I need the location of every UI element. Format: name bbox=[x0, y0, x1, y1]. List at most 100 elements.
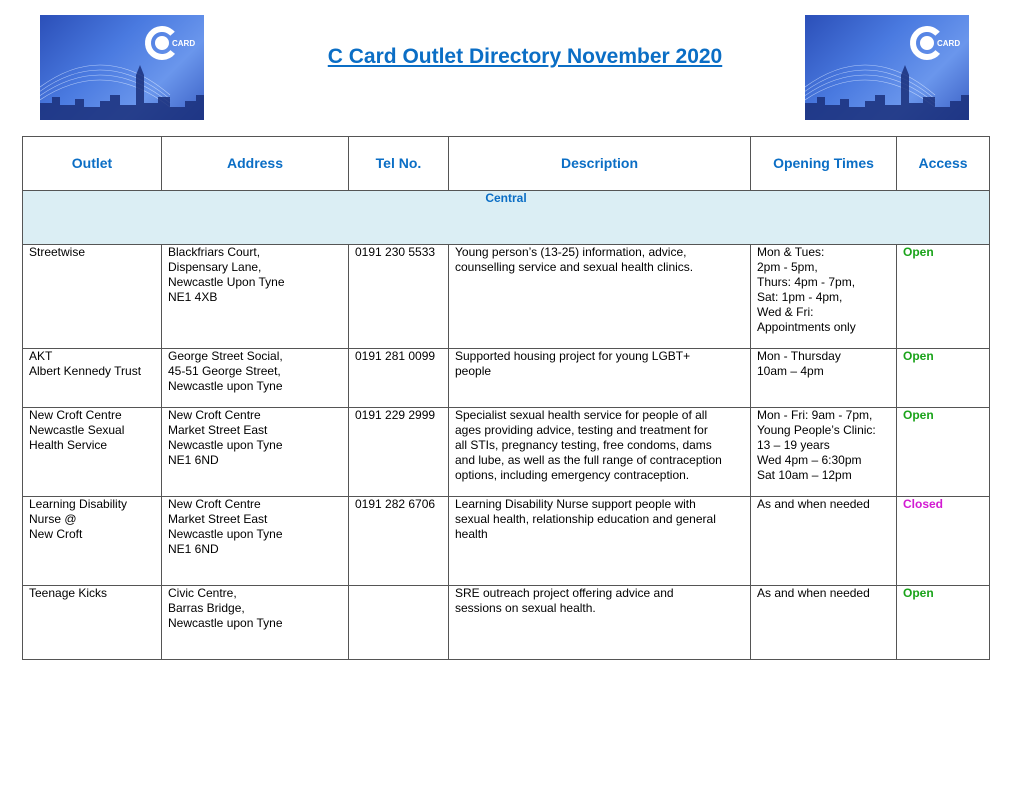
times-line: Young People’s Clinic: bbox=[757, 423, 876, 437]
address-cell: Civic Centre, Barras Bridge, Newcastle upo… bbox=[161, 585, 349, 660]
description-line: Specialist sexual health service for peo… bbox=[455, 408, 708, 422]
times-line: Mon & Tues: bbox=[757, 245, 825, 259]
times-line: Mon - Thursday bbox=[757, 349, 841, 363]
address-cell: Blackfriars Court, Dispensary Lane, Newcas… bbox=[161, 244, 349, 349]
outlet-line: AKT bbox=[29, 349, 53, 363]
address-line: Dispensary Lane, bbox=[168, 260, 262, 274]
outlet-line: New Croft Centre bbox=[29, 408, 122, 422]
access-cell: Open bbox=[896, 244, 990, 349]
address-line: NE1 6ND bbox=[168, 542, 219, 556]
table-row: Teenage Kicks Civic Centre, Barras Bridge,… bbox=[22, 585, 990, 660]
header-outlet: Outlet bbox=[22, 136, 162, 191]
c-card-logo-right: CARD bbox=[805, 15, 969, 120]
region-label: Central bbox=[22, 190, 990, 245]
access-cell: Open bbox=[896, 585, 990, 660]
description-line: Young person’s (13-25) information, advi… bbox=[455, 245, 687, 259]
opening-times-cell: Mon & Tues: 2pm - 5pm, Thurs: 4pm - 7pm, Sa… bbox=[750, 244, 897, 349]
tel-text: 0191 281 0099 bbox=[355, 349, 436, 363]
description-cell: Young person’s (13-25) information, advi… bbox=[448, 244, 751, 349]
table-row: Streetwise Blackfriars Court, Dispensary L… bbox=[22, 244, 990, 349]
times-line: Wed & Fri: bbox=[757, 305, 814, 319]
header-access: Access bbox=[896, 136, 990, 191]
access-status-text: Open bbox=[903, 245, 934, 259]
address-cell: New Croft Centre Market Street East Newcas… bbox=[161, 407, 349, 497]
outlet-cell: Streetwise bbox=[22, 244, 162, 349]
description-line: people bbox=[455, 364, 492, 378]
address-line: Barras Bridge, bbox=[168, 601, 245, 615]
address-cell: New Croft Centre Market Street East Newcas… bbox=[161, 496, 349, 586]
outlet-directory-table: Outlet Address Tel No. Description Openi… bbox=[22, 136, 990, 660]
description-line: ages providing advice, testing and treat… bbox=[455, 423, 708, 437]
address-line: Newcastle upon Tyne bbox=[168, 616, 283, 630]
table-row: Learning Disability Nurse @ New Croft New C… bbox=[22, 496, 990, 586]
access-cell: Closed bbox=[896, 496, 990, 586]
times-line: Appointments only bbox=[757, 320, 856, 334]
header-opening-times: Opening Times bbox=[750, 136, 897, 191]
tel-cell: 0191 230 5533 bbox=[348, 244, 449, 349]
tel-cell: 0191 229 2999 bbox=[348, 407, 449, 497]
times-line: 13 – 19 years bbox=[757, 438, 830, 452]
description-cell: Specialist sexual health service for peo… bbox=[448, 407, 751, 497]
tel-cell bbox=[348, 585, 449, 660]
address-line: Newcastle upon Tyne bbox=[168, 527, 283, 541]
region-row: Central bbox=[22, 190, 990, 245]
description-line: SRE outreach project offering advice and bbox=[455, 586, 674, 600]
times-line: 10am – 4pm bbox=[757, 364, 824, 378]
description-line: options, including emergency contracepti… bbox=[455, 468, 690, 482]
times-line: Sat 10am – 12pm bbox=[757, 468, 852, 482]
address-line: Market Street East bbox=[168, 512, 268, 526]
outlet-cell: AKT Albert Kennedy Trust bbox=[22, 348, 162, 408]
header-address: Address bbox=[161, 136, 349, 191]
table-header-row: Outlet Address Tel No. Description Openi… bbox=[22, 136, 990, 191]
description-cell: SRE outreach project offering advice and… bbox=[448, 585, 751, 660]
access-status-text: Open bbox=[903, 349, 934, 363]
times-line: 2pm - 5pm, bbox=[757, 260, 818, 274]
description-line: sexual health, relationship education an… bbox=[455, 512, 716, 526]
access-status-text: Open bbox=[903, 408, 934, 422]
table-row: New Croft Centre Newcastle Sexual Health S… bbox=[22, 407, 990, 497]
opening-times-cell: As and when needed bbox=[750, 585, 897, 660]
access-cell: Open bbox=[896, 407, 990, 497]
address-line: New Croft Centre bbox=[168, 497, 261, 511]
access-status-text: Open bbox=[903, 586, 934, 600]
address-cell: George Street Social, 45-51 George Street… bbox=[161, 348, 349, 408]
opening-times-cell: Mon - Fri: 9am - 7pm, Young People’s Clin… bbox=[750, 407, 897, 497]
header-description: Description bbox=[448, 136, 751, 191]
description-line: health bbox=[455, 527, 488, 541]
outlet-cell: Teenage Kicks bbox=[22, 585, 162, 660]
times-line: Thurs: 4pm - 7pm, bbox=[757, 275, 856, 289]
tel-cell: 0191 281 0099 bbox=[348, 348, 449, 408]
address-line: NE1 6ND bbox=[168, 453, 219, 467]
tel-text: 0191 282 6706 bbox=[355, 497, 436, 511]
outlet-cell: New Croft Centre Newcastle Sexual Health S… bbox=[22, 407, 162, 497]
times-line: As and when needed bbox=[757, 497, 870, 511]
address-line: New Croft Centre bbox=[168, 408, 261, 422]
description-line: and lube, as well as the full range of c… bbox=[455, 453, 722, 467]
address-line: Market Street East bbox=[168, 423, 268, 437]
outlet-line: Streetwise bbox=[29, 245, 86, 259]
address-line: Newcastle upon Tyne bbox=[168, 379, 283, 393]
tel-text: 0191 230 5533 bbox=[355, 245, 436, 259]
tel-text: 0191 229 2999 bbox=[355, 408, 436, 422]
description-line: all STIs, pregnancy testing, free condom… bbox=[455, 438, 712, 452]
address-line: George Street Social, bbox=[168, 349, 283, 363]
logo-card-text: CARD bbox=[937, 39, 960, 48]
times-line: Mon - Fri: 9am - 7pm, bbox=[757, 408, 873, 422]
times-line: As and when needed bbox=[757, 586, 870, 600]
address-line: Newcastle Upon Tyne bbox=[168, 275, 285, 289]
tel-cell: 0191 282 6706 bbox=[348, 496, 449, 586]
outlet-cell: Learning Disability Nurse @ New Croft bbox=[22, 496, 162, 586]
address-line: NE1 4XB bbox=[168, 290, 218, 304]
address-line: 45-51 George Street, bbox=[168, 364, 281, 378]
description-cell: Supported housing project for young LGBT… bbox=[448, 348, 751, 408]
description-line: sessions on sexual health. bbox=[455, 601, 596, 615]
opening-times-cell: As and when needed bbox=[750, 496, 897, 586]
access-cell: Open bbox=[896, 348, 990, 408]
outlet-line: Nurse @ bbox=[29, 512, 77, 526]
header-tel: Tel No. bbox=[348, 136, 449, 191]
description-cell: Learning Disability Nurse support people… bbox=[448, 496, 751, 586]
opening-times-cell: Mon - Thursday 10am – 4pm bbox=[750, 348, 897, 408]
times-line: Sat: 1pm - 4pm, bbox=[757, 290, 843, 304]
description-line: counselling service and sexual health cl… bbox=[455, 260, 694, 274]
access-status-text: Closed bbox=[903, 497, 944, 511]
